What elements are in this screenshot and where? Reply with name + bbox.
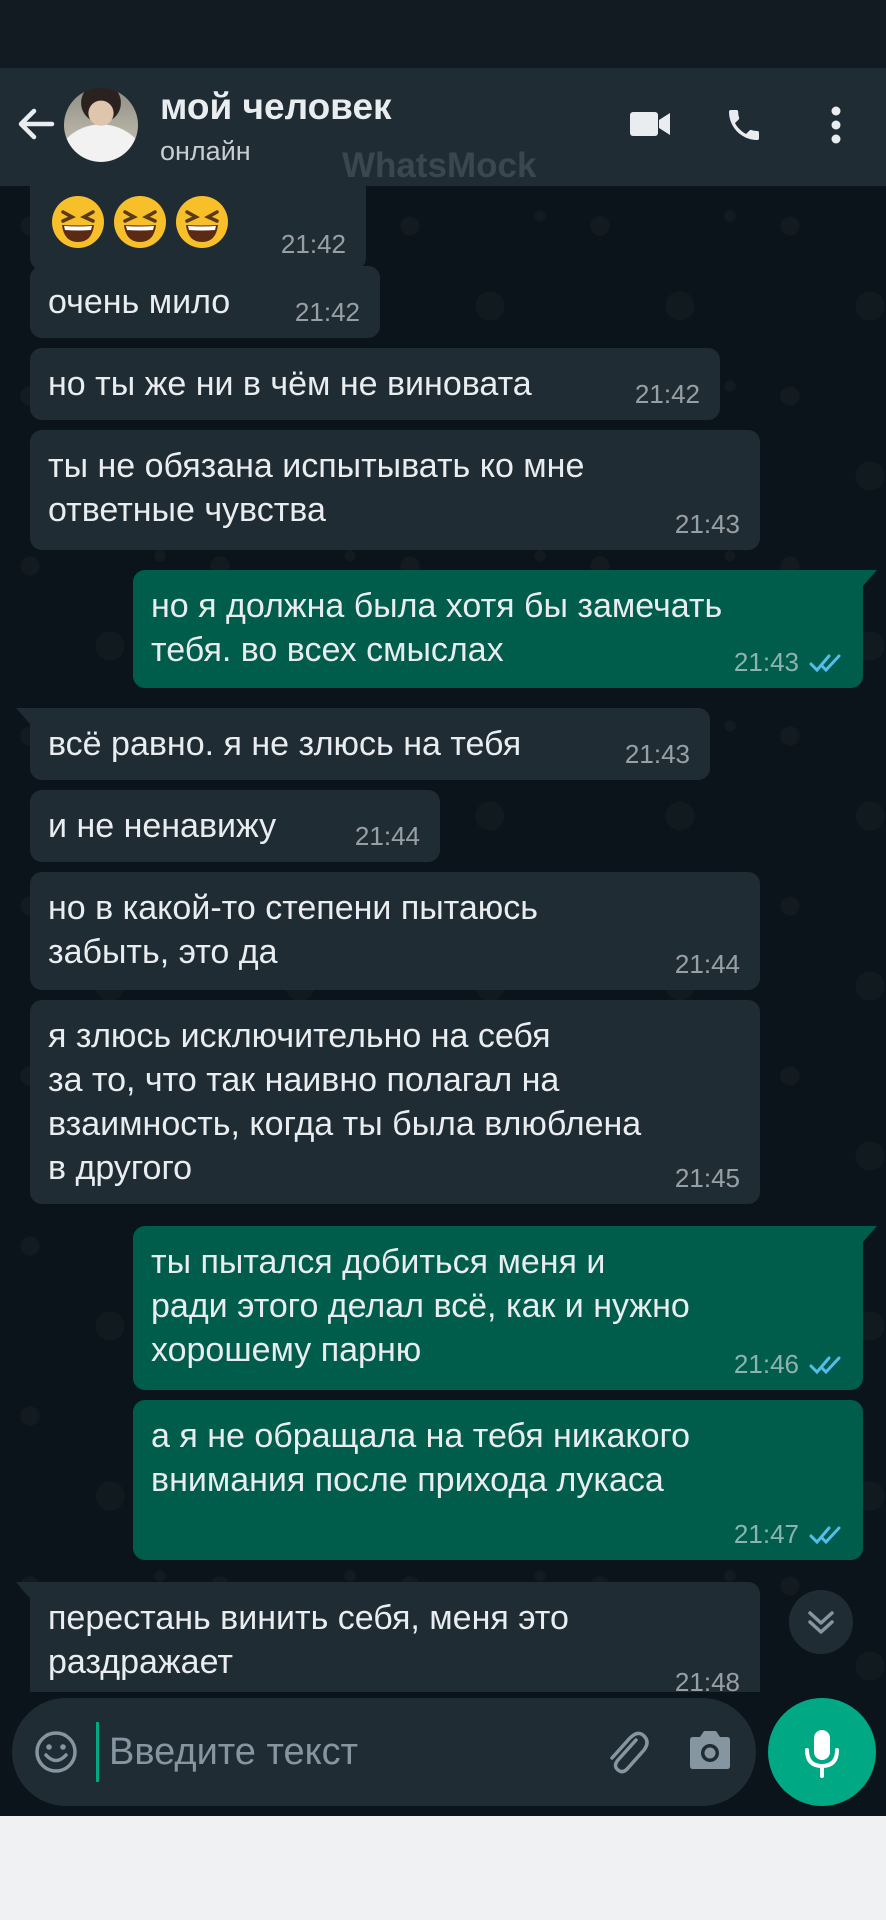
message-bubble-incoming[interactable]: ты не обязана испытывать ко мне ответные… [30,430,760,550]
message-text: всё равно. я не злюсь на тебя [48,725,522,763]
camera-button[interactable] [686,1728,734,1777]
message-input[interactable] [96,1722,609,1782]
attach-button[interactable] [602,1726,652,1783]
avatar[interactable] [64,88,138,162]
smiley-icon [35,1731,77,1773]
message-time: 21:46 [733,1349,799,1379]
voice-message-button[interactable] [768,1698,876,1806]
double-check-icon [809,1356,841,1375]
chevron-double-down-icon [808,1611,834,1634]
arrow-left-icon [18,108,55,140]
message-time: 21:43 [674,509,740,539]
watermark: WhatsMock [342,146,537,185]
voice-call-button[interactable] [724,104,764,151]
double-check-icon [809,654,841,673]
message-time: 21:42 [280,229,346,259]
message-bubble-incoming[interactable]: перестань винить себя, меня это раздража… [16,1582,760,1692]
paperclip-icon [610,1731,649,1774]
contact-name[interactable]: мой человек [160,86,392,128]
video-call-button[interactable] [628,106,672,147]
message-text: ты не обязана испытывать ко мне ответные… [48,447,585,529]
message-text: но ты же ни в чём не виновата [48,365,532,403]
message-bubble-incoming[interactable]: но ты же ни в чём не виновата 21:42 [30,348,720,420]
status-bar [0,0,886,68]
phone-icon [729,110,759,140]
message-bubble-incoming[interactable]: 21:42 [30,186,366,270]
scroll-down-button[interactable] [789,1590,853,1654]
grinning-squinting-face-icon [176,196,228,248]
message-time: 21:44 [354,821,420,851]
back-button[interactable] [14,102,58,146]
microphone-icon [805,1730,839,1778]
message-bubble-incoming[interactable]: очень мило 21:42 [30,266,380,338]
message-time: 21:45 [674,1163,740,1193]
message-bubble-outgoing[interactable]: а я не обращала на тебя никакого внимани… [133,1400,863,1560]
camera-icon [690,1731,730,1769]
message-text: я злюсь исключительно на себя за то, что… [48,1017,642,1187]
chat-header: мой человек онлайн WhatsMock [0,68,886,186]
message-text: но в какой-то степени пытаюсь забыть, эт… [48,889,538,971]
double-check-icon [809,1526,841,1545]
contact-status: онлайн [160,136,251,166]
message-text: перестань винить себя, меня это раздража… [48,1599,569,1681]
message-time: 21:43 [624,739,690,769]
message-composer [12,1698,756,1806]
message-time: 21:43 [733,647,799,677]
message-time: 21:44 [674,949,740,979]
message-bubble-outgoing[interactable]: но я должна была хотя бы замечать тебя. … [133,570,877,688]
message-bubble-incoming[interactable]: я злюсь исключительно на себя за то, что… [30,1000,760,1204]
message-time: 21:42 [634,379,700,409]
emoji-row [50,194,236,250]
grinning-squinting-face-icon [114,196,166,248]
message-text: а я не обращала на тебя никакого внимани… [151,1417,691,1499]
menu-button[interactable] [826,104,846,151]
chat-area[interactable]: 21:42 очень мило 21:42 но ты же ни в чём… [0,186,886,1692]
message-time: 21:42 [294,297,360,327]
emoji-button[interactable] [34,1730,78,1779]
navigation-bar [0,1816,886,1920]
message-time: 21:48 [674,1667,740,1692]
message-bubble-incoming[interactable]: всё равно. я не злюсь на тебя 21:43 [16,708,710,780]
message-time: 21:47 [733,1519,799,1549]
message-bubble-incoming[interactable]: и не ненавижу 21:44 [30,790,440,862]
grinning-squinting-face-icon [52,196,104,248]
more-vertical-icon [831,106,841,144]
video-camera-icon [630,112,670,136]
message-bubble-incoming[interactable]: но в какой-то степени пытаюсь забыть, эт… [30,872,760,990]
message-bubble-outgoing[interactable]: ты пытался добиться меня и ради этого де… [133,1226,877,1390]
